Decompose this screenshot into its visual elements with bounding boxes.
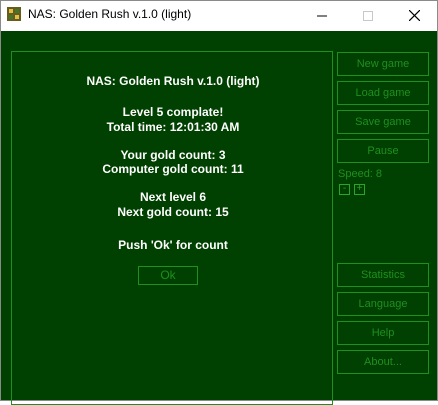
speed-increase-button[interactable]: + [354,184,365,195]
save-game-button[interactable]: Save game [337,110,429,134]
next-gold-text: Next gold count: 15 [117,205,229,219]
message-panel: NAS: Golden Rush v.1.0 (light) Level 5 c… [11,51,333,405]
statistics-button[interactable]: Statistics [337,263,429,287]
game-area: NAS: Golden Rush v.1.0 (light) Level 5 c… [1,31,437,405]
help-button[interactable]: Help [337,321,429,345]
about-button[interactable]: About... [337,350,429,374]
minimize-icon [317,15,327,16]
maximize-icon [363,10,373,21]
window-title: NAS: Golden Rush v.1.0 (light) [28,7,192,21]
title-bar[interactable]: NAS: Golden Rush v.1.0 (light) [1,1,437,30]
speed-decrease-button[interactable]: - [339,184,350,195]
maximize-button[interactable] [345,1,391,30]
your-gold-text: Your gold count: 3 [120,148,226,162]
minimize-button[interactable] [299,1,345,30]
pause-button[interactable]: Pause [337,139,429,163]
computer-gold-text: Computer gold count: 11 [102,162,244,176]
language-button[interactable]: Language [337,292,429,316]
ok-button[interactable]: Ok [138,266,198,285]
load-game-button[interactable]: Load game [337,81,429,105]
app-icon [7,7,21,21]
speed-label: Speed: 8 [338,168,383,180]
new-game-button[interactable]: New game [337,52,429,76]
next-level-text: Next level 6 [139,190,207,204]
app-window: NAS: Golden Rush v.1.0 (light) NAS: Gold… [0,0,438,405]
push-ok-text: Push 'Ok' for count [118,238,228,252]
close-button[interactable] [391,1,437,30]
message-title: NAS: Golden Rush v.1.0 (light) [86,74,260,88]
level-complete-text: Level 5 complate! [122,105,224,119]
close-icon [408,10,420,21]
total-time-text: Total time: 12:01:30 AM [106,120,240,134]
